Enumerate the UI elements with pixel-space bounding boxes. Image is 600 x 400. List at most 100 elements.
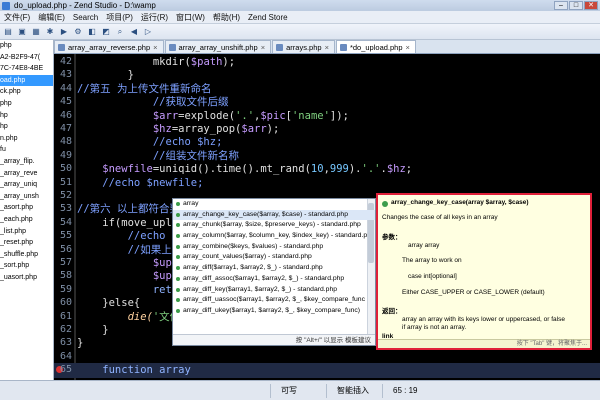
content-assist-item[interactable]: array_count_values($array) - standard.ph… <box>173 252 375 263</box>
line-number: 46 <box>59 109 72 121</box>
search-icon[interactable]: ⌕ <box>114 26 126 38</box>
code-line[interactable]: 48 //echo $hz; <box>54 135 600 149</box>
content-assist-list[interactable]: array array_change_key_case($array, $case… <box>172 198 376 346</box>
line-number: 51 <box>59 176 72 188</box>
code-line[interactable]: 49 //组装文件新名称 <box>54 149 600 163</box>
code-token: $newfile <box>77 163 153 176</box>
explorer-item[interactable]: _array_unsh <box>0 191 53 203</box>
zend-studio-app-icon <box>2 2 10 10</box>
content-assist-item[interactable]: array <box>173 199 375 210</box>
tab-arrays[interactable]: arrays.php × <box>272 40 335 53</box>
explorer-item[interactable]: _array_flip. <box>0 156 53 168</box>
code-token: $arr <box>77 109 179 122</box>
close-window-button[interactable]: ✕ <box>584 1 598 10</box>
explorer-item[interactable]: php <box>0 40 53 52</box>
menu-run[interactable]: 运行(R) <box>137 11 172 24</box>
explorer-item[interactable]: ck.php <box>0 86 53 98</box>
close-tab-icon[interactable]: × <box>261 43 265 52</box>
menu-help[interactable]: 帮助(H) <box>209 11 244 24</box>
explorer-item[interactable]: A2-B2F9-47( <box>0 52 53 64</box>
external-tools-icon[interactable]: ⚙ <box>72 26 84 38</box>
content-assist-item[interactable]: array_chunk($array, $size, $preserve_key… <box>173 220 375 231</box>
code-line[interactable]: 50 $newfile=uniqid().time().mt_rand(10,9… <box>54 162 600 176</box>
content-assist-item[interactable]: array_diff_assoc($array1, $array2, $_) -… <box>173 274 375 285</box>
explorer-item[interactable]: _asort.php <box>0 202 53 214</box>
doc-param1-desc: The array to work on <box>402 257 462 264</box>
menu-edit[interactable]: 编辑(E) <box>34 11 69 24</box>
maximize-button[interactable]: □ <box>569 1 583 10</box>
main-toolbar: ▤ ▣ ▦ ✱ ▶ ⚙ ◧ ◩ ⌕ ◀ ▷ <box>0 24 600 40</box>
content-assist-item[interactable]: array_diff($array1, $array2, $_) - stand… <box>173 263 375 274</box>
explorer-item[interactable]: _sort.php <box>0 260 53 272</box>
menu-project[interactable]: 项目(P) <box>102 11 137 24</box>
explorer-item[interactable]: _array_reve <box>0 168 53 180</box>
close-tab-icon[interactable]: × <box>325 43 329 52</box>
tab-array-array-reverse[interactable]: array_array_reverse.php × <box>54 40 164 53</box>
code-line[interactable]: 44 //第五 为上传文件重新命名 <box>54 82 600 96</box>
doc-param1: array array <box>408 242 440 249</box>
content-assist-item-label: array_column($array, $column_key, $index… <box>183 232 368 240</box>
explorer-item[interactable]: php <box>0 98 53 110</box>
new-file-icon[interactable]: ▤ <box>2 26 14 38</box>
status-insert-mode: 智能插入 <box>326 384 369 398</box>
line-number: 52 <box>59 190 72 201</box>
explorer-item[interactable]: _uasort.php <box>0 272 53 284</box>
content-assist-item[interactable]: array_diff_key($array1, $array2, $_) - s… <box>173 285 375 296</box>
explorer-item-selected[interactable]: oad.php <box>0 74 53 87</box>
explorer-item[interactable]: hp <box>0 121 53 133</box>
code-line-current[interactable]: 65 function array <box>54 363 600 378</box>
explorer-item[interactable]: _shuffle.php <box>0 249 53 261</box>
php-file-icon <box>168 44 176 51</box>
code-token: } <box>77 69 134 82</box>
open-type-icon[interactable]: ◩ <box>100 26 112 38</box>
close-tab-icon[interactable]: × <box>406 43 410 52</box>
content-assist-item[interactable]: array_combine($keys, $values) - standard… <box>173 242 375 253</box>
content-assist-item[interactable]: array_diff_uassoc($array1, $array2, $_, … <box>173 295 375 306</box>
menu-file[interactable]: 文件(F) <box>0 11 34 24</box>
code-text: //获取文件后缀 <box>77 95 229 109</box>
explorer-item[interactable]: _reset.php <box>0 237 53 249</box>
new-project-icon[interactable]: ◧ <box>86 26 98 38</box>
status-cursor-position: 65 : 19 <box>382 384 417 398</box>
print-icon[interactable]: ▦ <box>30 26 42 38</box>
code-token: '.' <box>361 163 381 176</box>
code-line[interactable]: 64 <box>54 350 600 364</box>
minimize-button[interactable]: – <box>554 1 568 10</box>
content-assist-item-label: array <box>183 200 199 207</box>
content-assist-item-selected[interactable]: array_change_key_case($array, $case) - s… <box>173 209 375 221</box>
explorer-item[interactable]: _list.php <box>0 226 53 238</box>
explorer-item[interactable]: n.php <box>0 133 53 145</box>
code-line[interactable]: 46 $arr=explode('.',$pic['name']); <box>54 109 600 123</box>
explorer-item[interactable]: _each.php <box>0 214 53 226</box>
content-assist-item[interactable]: array_column($array, $column_key, $index… <box>173 231 375 242</box>
menu-window[interactable]: 窗口(W) <box>172 11 209 24</box>
code-line[interactable]: 42 mkdir($path); <box>54 55 600 69</box>
menu-zend-store[interactable]: Zend Store <box>244 11 292 24</box>
code-line[interactable]: 43 } <box>54 68 600 82</box>
line-number: 54 <box>59 216 72 228</box>
code-line[interactable]: 51 //echo $newfile; <box>54 176 600 190</box>
forward-icon[interactable]: ▷ <box>142 26 154 38</box>
content-assist-item-label: array_combine($keys, $values) - standard… <box>183 242 324 250</box>
back-icon[interactable]: ◀ <box>128 26 140 38</box>
explorer-item[interactable]: _array_uniq <box>0 179 53 191</box>
save-icon[interactable]: ▣ <box>16 26 28 38</box>
code-token: 999 <box>329 163 349 176</box>
tab-do-upload[interactable]: *do_upload.php × <box>335 40 416 53</box>
explorer-item[interactable]: fu <box>0 144 53 156</box>
content-assist-item-label: array_diff_uassoc($array1, $array2, $_, … <box>183 296 365 304</box>
php-file-icon <box>339 44 347 51</box>
code-line[interactable]: 45 //获取文件后缀 <box>54 95 600 109</box>
tab-array-array-unshift[interactable]: array_array_unshift.php × <box>164 40 272 53</box>
menu-search[interactable]: Search <box>69 11 102 24</box>
explorer-item[interactable]: 7C-74E8-4BE <box>0 63 53 75</box>
content-assist-item[interactable]: array_diff_ukey($array1, $array2, $_, $k… <box>173 306 375 317</box>
line-number: 56 <box>59 243 72 255</box>
close-tab-icon[interactable]: × <box>153 43 157 52</box>
function-icon <box>176 298 180 303</box>
run-icon[interactable]: ▶ <box>58 26 70 38</box>
code-token: }else{ <box>77 297 141 310</box>
explorer-item[interactable]: hp <box>0 110 53 122</box>
code-line[interactable]: 47 $hz=array_pop($arr); <box>54 122 600 136</box>
debug-icon[interactable]: ✱ <box>44 26 56 38</box>
